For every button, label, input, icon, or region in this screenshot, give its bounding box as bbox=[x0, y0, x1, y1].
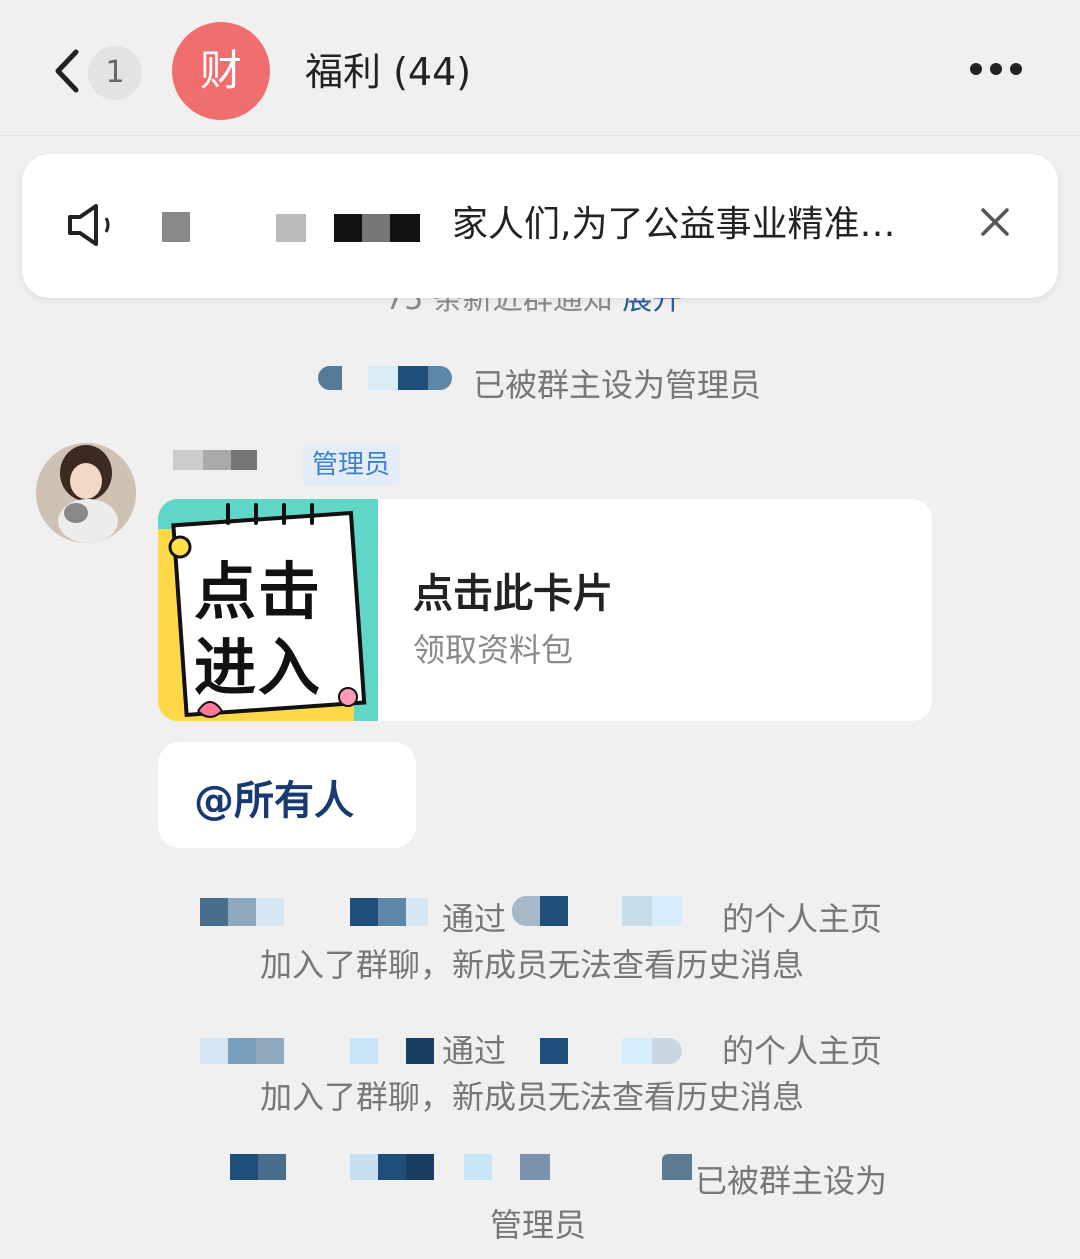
at-all-message-bubble[interactable]: @所有人 bbox=[158, 742, 416, 848]
card-title: 点击此卡片 bbox=[413, 571, 613, 617]
notice-sender-blurred bbox=[140, 206, 420, 244]
system-text-homepage: 的个人主页 bbox=[722, 1032, 883, 1070]
group-title: 福利 (44) bbox=[305, 50, 472, 94]
system-text-joined: 加入了群聊，新成员无法查看历史消息 bbox=[260, 1078, 805, 1116]
system-text-homepage: 的个人主页 bbox=[722, 900, 883, 938]
system-text-set-admin: 已被群主设为 bbox=[695, 1162, 888, 1200]
pinned-notice-card[interactable]: 家人们,为了公益事业精准… bbox=[22, 154, 1058, 298]
card-thumbnail: 点击 进入 bbox=[158, 499, 378, 721]
system-message-join-1: 通过 的个人主页 加入了群聊，新成员无法查看历史消息 bbox=[190, 890, 910, 990]
close-icon[interactable] bbox=[977, 204, 1013, 240]
at-all-text: @所有人 bbox=[194, 778, 354, 824]
blurred-username bbox=[200, 1038, 434, 1068]
system-text: 已被群主设为管理员 bbox=[473, 366, 762, 404]
system-text-joined: 加入了群聊，新成员无法查看历史消息 bbox=[260, 946, 805, 984]
system-text-via: 通过 bbox=[442, 900, 507, 938]
speaker-icon bbox=[68, 204, 110, 246]
mini-program-card[interactable]: 点击 进入 点击此卡片 领取资料包 bbox=[158, 499, 932, 721]
admin-badge: 管理员 bbox=[302, 444, 401, 486]
system-text-admin: 管理员 bbox=[490, 1206, 587, 1244]
system-text-via: 通过 bbox=[442, 1032, 507, 1070]
card-subtitle: 领取资料包 bbox=[413, 631, 574, 669]
system-message-admin-set-2: 已被群主设为 管理员 bbox=[190, 1152, 910, 1252]
blurred-username bbox=[200, 898, 430, 928]
sender-name-blurred bbox=[165, 448, 295, 478]
unread-count-badge[interactable]: 1 bbox=[88, 46, 142, 100]
sender-avatar[interactable] bbox=[36, 443, 136, 543]
back-arrow-icon[interactable] bbox=[50, 46, 86, 96]
system-message-join-2: 通过 的个人主页 加入了群聊，新成员无法查看历史消息 bbox=[190, 1022, 910, 1122]
blurred-username bbox=[512, 1038, 712, 1066]
more-options-icon[interactable] bbox=[970, 60, 1034, 80]
group-avatar[interactable]: 财 bbox=[172, 22, 270, 120]
chat-header bbox=[0, 0, 1080, 136]
card-image-text-line2: 进入 bbox=[194, 631, 323, 704]
blurred-username bbox=[200, 1154, 692, 1184]
system-message-admin-set: 已被群主设为管理员 bbox=[318, 358, 778, 408]
blurred-username bbox=[318, 366, 458, 392]
blurred-username bbox=[512, 896, 712, 926]
notice-text: 家人们,为了公益事业精准… bbox=[452, 204, 896, 245]
